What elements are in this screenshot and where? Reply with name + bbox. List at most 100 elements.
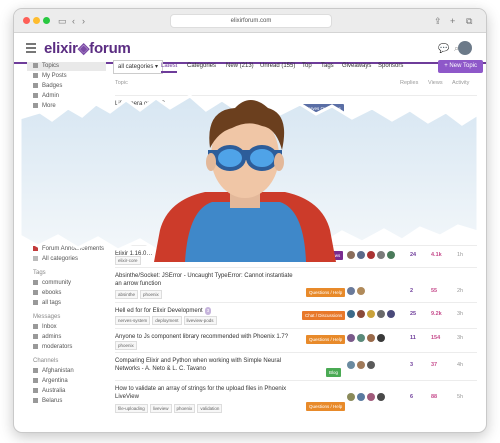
- tag-chip[interactable]: file-uploading: [115, 404, 148, 413]
- sidebar-tag-ebooks[interactable]: ebooks: [33, 289, 61, 298]
- tag-chip[interactable]: validation: [197, 404, 223, 413]
- sidebar-channel[interactable]: Afghanistan: [33, 367, 74, 376]
- forward-button[interactable]: ›: [82, 14, 85, 28]
- topic-title[interactable]: Absinthe/Socket: JSError - Uncaught Type…: [115, 272, 295, 288]
- poster-avatar[interactable]: [367, 251, 375, 259]
- topic-title[interactable]: Anyone to Js component library recommend…: [115, 333, 295, 341]
- poster-avatar[interactable]: [387, 310, 395, 318]
- category-badge[interactable]: Questions / Help: [306, 288, 346, 297]
- sidebar-message-admins[interactable]: admins: [33, 333, 61, 342]
- poster-avatar[interactable]: [357, 310, 365, 318]
- menu-icon[interactable]: [26, 43, 36, 53]
- poster-avatar[interactable]: [367, 393, 375, 401]
- topic-row[interactable]: Hell ed for for Elixir Development 3 nerv…: [115, 302, 477, 326]
- tab-sponsors[interactable]: Sponsors: [378, 63, 403, 69]
- tab-latest[interactable]: Latest: [161, 63, 178, 73]
- reply-count[interactable]: 2: [410, 288, 413, 294]
- sidebar-message-inbox[interactable]: Inbox: [33, 323, 57, 332]
- new-tab-icon[interactable]: +: [450, 14, 455, 28]
- category-dropdown[interactable]: all categories ▾: [113, 60, 164, 74]
- chat-icon[interactable]: 💬: [438, 43, 449, 54]
- reply-count[interactable]: 24: [410, 252, 416, 258]
- tag-chip[interactable]: absinthe: [115, 290, 139, 299]
- category-badge[interactable]: Questions / Help: [306, 335, 346, 344]
- tab-giveaways[interactable]: Giveaways: [342, 63, 371, 69]
- poster-avatar[interactable]: [347, 393, 355, 401]
- reply-count[interactable]: 25: [410, 311, 416, 317]
- poster-avatar[interactable]: [347, 251, 355, 259]
- topic-title[interactable]: Hell ed for for Elixir Development 3: [115, 307, 295, 315]
- close-window-button[interactable]: [23, 17, 30, 24]
- tag-chip[interactable]: liveview-pods: [183, 316, 217, 325]
- sidebar-item-topics[interactable]: Topics: [27, 62, 106, 71]
- poster-avatar[interactable]: [357, 251, 365, 259]
- topic-row[interactable]: Absinthe/Socket: JSError - Uncaught Type…: [115, 267, 477, 300]
- poster-avatar[interactable]: [347, 287, 355, 295]
- tabs-overview-icon[interactable]: ⧉: [466, 14, 472, 28]
- sidebar-channel[interactable]: Belarus: [33, 397, 62, 406]
- poster-avatar[interactable]: [367, 310, 375, 318]
- tag-chip[interactable]: nerves-system: [152, 109, 188, 118]
- tag-chip[interactable]: phoenix: [173, 404, 196, 413]
- tag-chip[interactable]: nerves-system: [115, 109, 151, 118]
- new-topic-button[interactable]: + New Topic: [438, 60, 483, 73]
- activity-time[interactable]: 5h: [457, 394, 463, 400]
- tab-categories[interactable]: Categories: [187, 63, 216, 69]
- channels-section-heading[interactable]: Channels: [33, 357, 58, 366]
- messages-section-heading[interactable]: Messages: [33, 313, 60, 322]
- column-replies[interactable]: Replies: [400, 80, 418, 86]
- reply-count[interactable]: 3: [410, 362, 413, 368]
- site-logo[interactable]: elixir◈forum: [44, 39, 131, 57]
- sidebar-item-all-categories[interactable]: All categories: [33, 255, 78, 264]
- sidebar-item-more[interactable]: More: [33, 102, 56, 111]
- tab-top[interactable]: Top: [302, 63, 312, 69]
- topic-row[interactable]: How to validate an array of strings for …: [115, 380, 477, 414]
- tab-new[interactable]: New (213): [226, 63, 254, 69]
- tab-tags[interactable]: Tags: [321, 63, 334, 69]
- category-badge[interactable]: Chat / Discussions: [302, 311, 346, 320]
- maximize-window-button[interactable]: [43, 17, 50, 24]
- poster-avatar[interactable]: [367, 334, 375, 342]
- column-topic[interactable]: Topic: [115, 80, 128, 86]
- minimize-window-button[interactable]: [33, 17, 40, 24]
- sidebar-item-badges[interactable]: Badges: [33, 82, 62, 91]
- topic-row[interactable]: Anyone to Js component library recommend…: [115, 328, 477, 350]
- back-button[interactable]: ‹: [72, 14, 75, 28]
- sidebar-item-my-posts[interactable]: My Posts: [33, 72, 67, 81]
- tag-chip[interactable]: liveview: [149, 404, 172, 413]
- poster-avatar[interactable]: [357, 287, 365, 295]
- share-icon[interactable]: ⇪: [434, 14, 442, 28]
- reply-count[interactable]: 6: [410, 394, 413, 400]
- activity-time[interactable]: 3h: [457, 311, 463, 317]
- poster-avatar[interactable]: [357, 393, 365, 401]
- activity-time[interactable]: 4h: [457, 362, 463, 368]
- sidebar-channel[interactable]: Argentina: [33, 377, 68, 386]
- poster-avatar[interactable]: [357, 361, 365, 369]
- tag-chip[interactable]: phoenix: [140, 290, 162, 299]
- topic-title[interactable]: How to validate an array of strings for …: [115, 385, 295, 401]
- reply-count[interactable]: 11: [410, 335, 416, 341]
- poster-avatar[interactable]: [347, 361, 355, 369]
- category-badge[interactable]: Questions / Help: [306, 402, 346, 411]
- topic-row[interactable]: Comparing Elixir and Python when working…: [115, 352, 477, 378]
- poster-avatar[interactable]: [387, 251, 395, 259]
- url-bar[interactable]: elixirforum.com: [170, 14, 332, 28]
- tag-chip[interactable]: elixir-core: [115, 256, 141, 265]
- topic-row[interactable]: Elixir 1.16.0… elixir-core Elixir News 2…: [115, 245, 477, 265]
- topic-title[interactable]: Comparing Elixir and Python when working…: [115, 357, 295, 373]
- user-avatar[interactable]: [458, 41, 472, 55]
- column-activity[interactable]: Activity: [452, 80, 469, 86]
- activity-time[interactable]: 2h: [457, 288, 463, 294]
- sidebar-item-category[interactable]: Fo: [33, 235, 49, 244]
- sidebar-item-forum-announcements[interactable]: Forum Announcements: [33, 245, 104, 254]
- poster-avatar[interactable]: [357, 334, 365, 342]
- column-views[interactable]: Views: [428, 80, 443, 86]
- tab-unread[interactable]: Unread (155): [260, 63, 295, 69]
- topic-row[interactable]: Lilicamera on RPG nerves-system nerves-sy…: [115, 95, 477, 119]
- sidebar-tag-community[interactable]: community: [33, 279, 71, 288]
- tag-chip[interactable]: nerves-system: [115, 316, 151, 325]
- tag-chip[interactable]: phoenix: [115, 341, 137, 350]
- poster-avatar[interactable]: [367, 361, 375, 369]
- category-badge[interactable]: Nerves Questions: [302, 104, 344, 113]
- activity-time[interactable]: 1h: [457, 252, 463, 258]
